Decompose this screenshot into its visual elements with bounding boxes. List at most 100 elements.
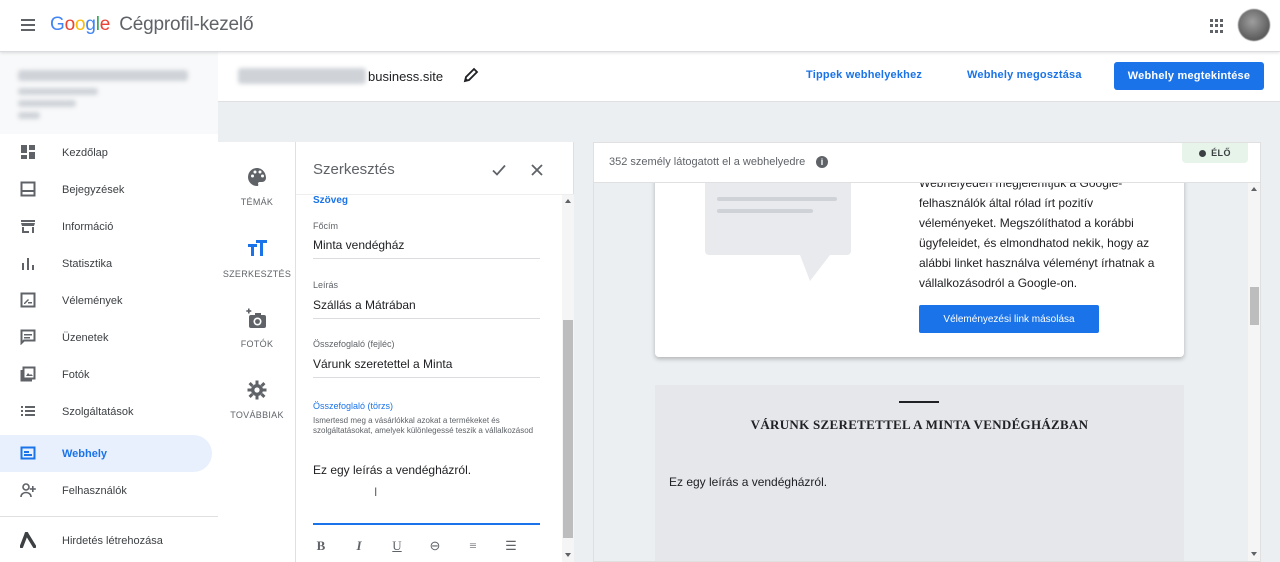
info-icon[interactable]: i	[816, 156, 828, 168]
headline-field[interactable]: Minta vendégház	[313, 238, 540, 259]
reviews-card: Webhelyeden megjelenítjük a Google-felha…	[655, 183, 1184, 357]
apps-grid-icon[interactable]	[1210, 19, 1224, 33]
sidebar-item-label: Hirdetés létrehozása	[62, 534, 163, 547]
share-site-link[interactable]: Webhely megosztása	[967, 69, 1082, 81]
sidebar-item-label: Üzenetek	[62, 331, 109, 344]
site-summary-section: VÁRUNK SZERETETTEL A MINTA VENDÉGHÁZBAN …	[655, 385, 1184, 561]
sidebar-item-felhasznalok[interactable]: Felhasználók	[0, 472, 212, 509]
field-label-leiras: Leírás	[313, 280, 339, 290]
menu-icon[interactable]	[18, 16, 38, 36]
sidebar-item-hirdetes[interactable]: Hirdetés létrehozása	[0, 522, 212, 559]
tool-label: TÉMÁK	[240, 197, 274, 207]
google-logo[interactable]: Google Cégprofil-kezelő	[50, 14, 254, 36]
field-label-focim: Főcím	[313, 221, 339, 231]
product-name: Cégprofil-kezelő	[119, 14, 254, 35]
sidebar-item-szolgaltatasok[interactable]: Szolgáltatások	[0, 393, 212, 430]
bulleted-list-icon[interactable]: ☰	[503, 538, 519, 554]
tool-tovabbiak[interactable]: TOVÁBBIAK	[218, 379, 296, 420]
preview-scrollbar[interactable]	[1248, 183, 1260, 561]
reviews-illustration	[705, 183, 851, 255]
live-dot-icon	[1199, 149, 1207, 157]
sidebar-item-bejegyzesek[interactable]: Bejegyzések	[0, 171, 212, 208]
preview-scroll-thumb[interactable]	[1250, 287, 1259, 325]
text-format-icon	[248, 240, 267, 256]
tool-temak[interactable]: TÉMÁK	[218, 166, 296, 207]
description-field[interactable]: Szállás a Mátrában	[313, 298, 540, 319]
sidebar-item-statisztika[interactable]: Statisztika	[0, 245, 212, 282]
body-summary-underline	[313, 523, 540, 525]
sidebar-item-informacio[interactable]: Információ	[0, 208, 212, 245]
google-ads-icon	[20, 532, 36, 548]
sidebar-item-velemenyek[interactable]: Vélemények	[0, 282, 212, 319]
business-info-block	[0, 52, 218, 134]
sidebar-divider	[0, 516, 218, 517]
field-label-header-summary: Összefoglaló (fejléc)	[313, 339, 395, 349]
sidebar-item-label: Szolgáltatások	[62, 405, 134, 418]
sidebar-item-uzenetek[interactable]: Üzenetek	[0, 319, 212, 356]
site-url-prefix	[238, 68, 366, 84]
edit-pencil-icon[interactable]	[463, 67, 479, 83]
gear-icon	[247, 380, 267, 400]
edit-panel: Szerkesztés Szöveg Főcím Minta vendégház…	[296, 142, 574, 562]
store-icon	[21, 220, 35, 233]
palette-icon	[248, 168, 266, 186]
body-summary-field[interactable]: Ez egy leírás a vendégházról.	[313, 463, 471, 477]
tips-link[interactable]: Tippek webhelyekhez	[806, 69, 922, 81]
tool-fotok[interactable]: FOTÓK	[218, 308, 296, 349]
sidebar-item-webhely[interactable]: Webhely	[0, 435, 212, 472]
sidebar-item-label: Információ	[62, 220, 114, 233]
sidebar-item-label: Vélemények	[62, 294, 123, 307]
sidebar-item-fotok[interactable]: Fotók	[0, 356, 212, 393]
link-icon[interactable]: ⊖	[427, 538, 443, 554]
tool-szerkesztes[interactable]: SZERKESZTÉS	[218, 238, 296, 279]
bar-chart-icon	[22, 258, 34, 270]
site-url: business.site	[368, 69, 444, 84]
sidebar-item-label: Felhasználók	[62, 484, 127, 497]
site-summary-body: Ez egy leírás a vendégházról.	[669, 475, 828, 489]
site-summary-heading: VÁRUNK SZERETETTEL A MINTA VENDÉGHÁZBAN	[750, 417, 1089, 432]
sidebar-item-kezdolap[interactable]: Kezdőlap	[0, 134, 212, 171]
add-photo-icon	[246, 308, 266, 328]
tool-label: TOVÁBBIAK	[230, 410, 284, 420]
sidebar-item-label: Kezdőlap	[62, 146, 108, 159]
panel-scroll-thumb[interactable]	[563, 320, 573, 538]
header-summary-field[interactable]: Várunk szeretettel a Minta	[313, 357, 540, 378]
format-toolbar: B I U ⊖ ≡ ☰	[313, 536, 543, 556]
sidebar-item-label: Webhely	[62, 447, 108, 460]
italic-icon[interactable]: I	[351, 538, 367, 554]
heading-rule	[899, 401, 939, 403]
section-label: Szöveg	[313, 195, 349, 206]
tool-label: SZERKESZTÉS	[222, 269, 292, 279]
underline-icon[interactable]: U	[389, 538, 405, 554]
copy-review-link-button[interactable]: Véleményezési link másolása	[919, 305, 1099, 333]
live-status-badge: ÉLŐ	[1182, 143, 1248, 163]
posts-icon	[20, 181, 36, 197]
check-icon[interactable]	[491, 162, 507, 178]
body-summary-help: Ismertesd meg a vásárlókkal azokat a ter…	[313, 416, 534, 435]
dashboard-icon	[21, 145, 35, 159]
close-icon[interactable]	[529, 162, 545, 178]
visitor-count: 352 személy látogatott el a webhelyedre	[609, 156, 806, 168]
sidebar-item-label: Fotók	[62, 368, 90, 381]
account-avatar[interactable]	[1238, 9, 1270, 41]
site-header-bar: business.site Tippek webhelyekhez Webhel…	[218, 52, 1280, 102]
website-icon	[20, 446, 36, 460]
numbered-list-icon[interactable]: ≡	[465, 538, 481, 554]
text-cursor: I	[374, 485, 378, 499]
view-site-button[interactable]: Webhely megtekintése	[1114, 62, 1264, 90]
reviews-description: Webhelyeden megjelenítjük a Google-felha…	[919, 183, 1155, 290]
messages-icon	[20, 329, 36, 345]
add-user-icon	[20, 483, 36, 498]
top-app-bar: Google Cégprofil-kezelő	[0, 0, 1280, 52]
panel-title: Szerkesztés	[313, 161, 395, 178]
live-label: ÉLŐ	[1211, 148, 1231, 158]
services-list-icon	[21, 406, 35, 416]
site-preview: 352 személy látogatott el a webhelyedre …	[593, 142, 1261, 562]
reviews-icon	[20, 292, 36, 308]
sidebar-item-label: Statisztika	[62, 257, 113, 270]
editor-tool-rail: TÉMÁK SZERKESZTÉS FOTÓK TOVÁBBIAK	[218, 142, 296, 562]
bold-icon[interactable]: B	[313, 538, 329, 554]
photos-icon	[20, 366, 36, 382]
sidebar: Kezdőlap Bejegyzések Információ Statiszt…	[0, 52, 218, 562]
sidebar-item-label: Bejegyzések	[62, 183, 125, 196]
